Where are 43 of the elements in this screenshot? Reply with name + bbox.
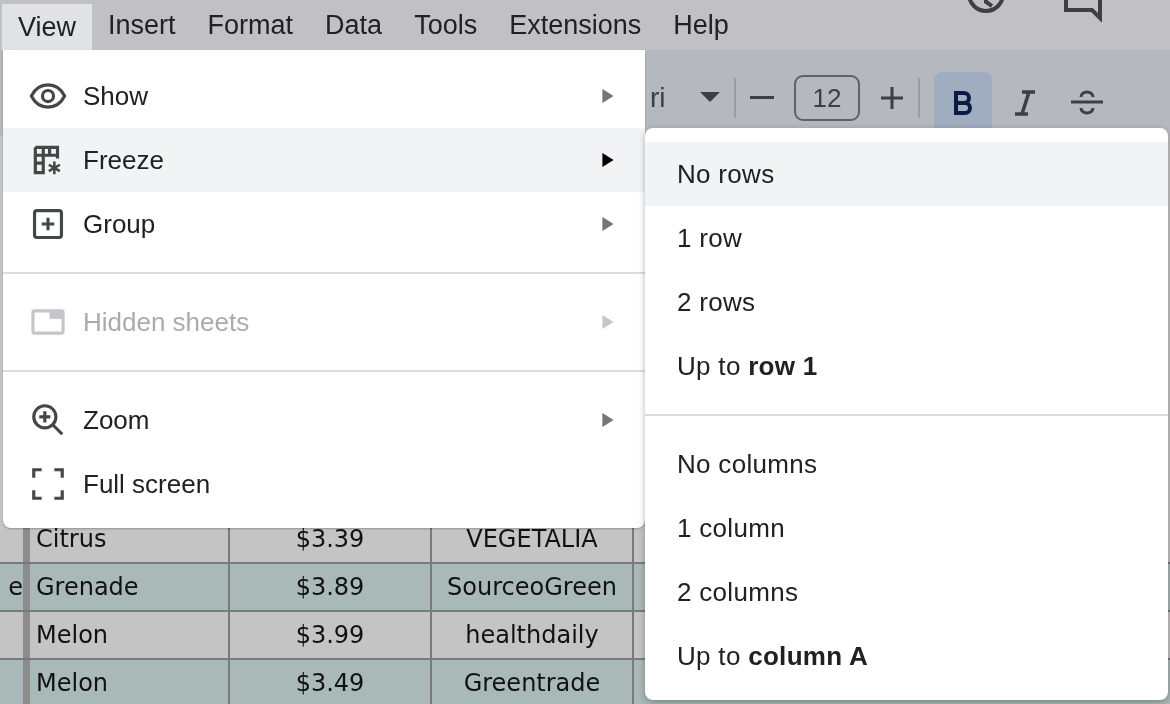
strikethrough-icon: [1070, 89, 1104, 117]
menu-item[interactable]: Up to row 1: [645, 334, 1168, 398]
submenu-arrow-icon: [601, 413, 615, 427]
table-cell: $3.89: [230, 564, 432, 610]
bold-icon: [953, 91, 973, 115]
menu-item[interactable]: Zoom: [3, 388, 645, 452]
menu-item[interactable]: No rows: [645, 142, 1168, 206]
menu-item[interactable]: 2 columns: [645, 560, 1168, 624]
dropdown-caret-icon[interactable]: [700, 92, 720, 104]
font-size-field[interactable]: 12: [794, 75, 860, 121]
fullscreen-icon: [29, 465, 67, 503]
menu-item[interactable]: Group: [3, 192, 645, 256]
menu-item[interactable]: 1 column: [645, 496, 1168, 560]
table-cell: Greentrade: [432, 660, 634, 704]
submenu-arrow-icon: [601, 89, 615, 103]
menu-bar-item[interactable]: Tools: [398, 6, 494, 44]
menu-item[interactable]: No columns: [645, 432, 1168, 496]
submenu-arrow-icon: [601, 217, 615, 231]
menu-bar-item[interactable]: View: [2, 4, 93, 50]
table-cell: Melon: [30, 660, 230, 704]
table-cell: SourceoGreen: [432, 564, 634, 610]
table-cell: $3.49: [230, 660, 432, 704]
font-name[interactable]: ri: [650, 82, 700, 114]
table-cell: healthdaily: [432, 612, 634, 658]
menu-item[interactable]: Full screen: [3, 452, 645, 516]
menu-item[interactable]: Show: [3, 64, 645, 128]
submenu-arrow-icon: [601, 153, 615, 167]
table-cell: Melon: [30, 612, 230, 658]
menu-bar-item[interactable]: Help: [657, 6, 745, 44]
menu-item[interactable]: 2 rows: [645, 270, 1168, 334]
submenu-arrow-icon: [601, 315, 615, 329]
menu-bar-item[interactable]: Extensions: [493, 6, 658, 44]
italic-icon: [1013, 90, 1037, 116]
menu-bar-item[interactable]: Insert: [92, 6, 192, 44]
menu-item[interactable]: 1 row: [645, 206, 1168, 270]
menu-item[interactable]: Freeze: [3, 128, 645, 192]
menu-bar-item[interactable]: Format: [191, 6, 310, 44]
minus-icon[interactable]: [750, 96, 774, 100]
menu-bar-item[interactable]: Data: [309, 6, 399, 44]
menu-item[interactable]: Up to column A: [645, 624, 1168, 688]
table-cell: Grenade: [30, 564, 230, 610]
table-cell: $3.99: [230, 612, 432, 658]
plus-icon[interactable]: [880, 86, 904, 110]
